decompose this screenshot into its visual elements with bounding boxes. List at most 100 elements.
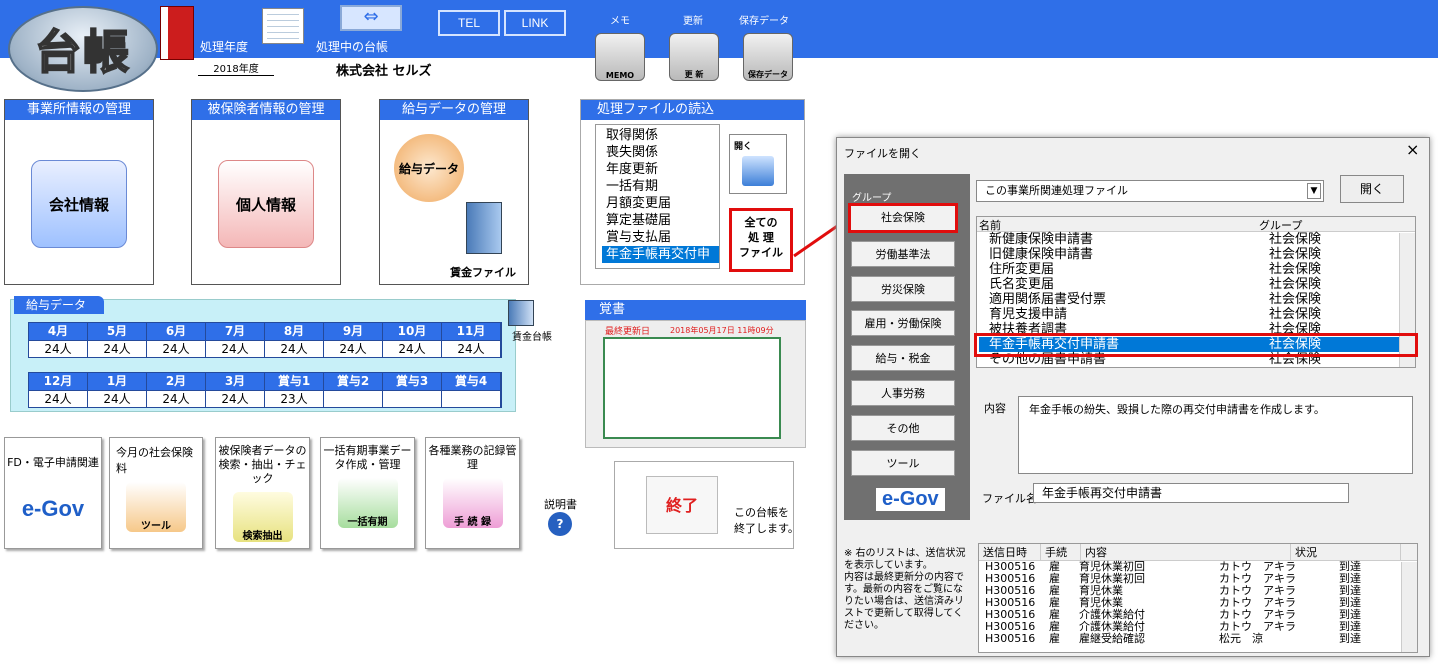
salary-month-header[interactable]: 賞与2 [324,373,383,390]
link-button[interactable]: LINK [504,10,566,36]
memo-textarea[interactable] [603,337,781,439]
salary-month-header[interactable]: 8月 [265,323,324,340]
office-info-panel: 事業所情報の管理 会社情報 [4,99,154,285]
group-button[interactable]: 社会保険 [848,203,958,233]
egov-logo-dialog[interactable]: e-Gov [876,488,945,511]
group-button[interactable]: その他 [851,415,955,441]
salary-month-header[interactable]: 6月 [147,323,206,340]
salary-month-count [383,390,442,407]
group-button[interactable]: 労働基準法 [851,241,955,267]
year-value: 2018年度 [198,60,274,76]
all-files-button[interactable]: 全ての 処 理 ファイル [729,208,793,272]
content-label: 内容 [984,402,1006,415]
salary-month-header[interactable]: 4月 [29,323,88,340]
salary-month-count: 24人 [29,390,88,407]
salary-month-header[interactable]: 3月 [206,373,265,390]
salary-month-header[interactable]: 2月 [147,373,206,390]
wage-ledger-icon[interactable] [508,300,534,326]
salary-month-header[interactable]: 9月 [324,323,383,340]
group-button[interactable]: ツール [851,450,955,476]
salary-month-header[interactable]: 賞与4 [442,373,501,390]
file-list-row[interactable]: 適用関係届書受付票 社会保険 [989,292,1415,307]
search-extract-box[interactable]: 被保険者データの検索・抽出・チェック 検索抽出 [215,437,310,549]
company-info-button[interactable]: 会社情報 [31,160,127,248]
salary-month-header[interactable]: 7月 [206,323,265,340]
memo-title: 覚書 [585,300,806,320]
work-record-box[interactable]: 各種業務の記録管理 手 続 録 [425,437,520,549]
salary-month-header[interactable]: 5月 [88,323,147,340]
memo-updated-label: 最終更新日 [605,327,651,337]
year-label: 処理年度 [200,40,249,54]
close-icon[interactable]: × [1406,140,1419,159]
col-name-header: 名前 [979,219,1001,232]
update-icon[interactable]: 更 新 [669,33,719,81]
file-list-row[interactable]: 住所変更届 社会保険 [989,262,1415,277]
memo-button-label: MEMO [605,71,635,80]
salary-month-header[interactable]: 12月 [29,373,88,390]
group-button[interactable]: 人事労務 [851,380,955,406]
file-category-item[interactable]: 算定基礎届 [606,212,719,229]
content-box: 年金手帳の紛失、毀損した際の再交付申請書を作成します。 [1018,396,1413,474]
salary-month-header[interactable]: 1月 [88,373,147,390]
group-combo[interactable]: この事業所関連処理ファイル ▼ [976,180,1324,202]
dialog-open-button[interactable]: 開く [1340,175,1404,203]
open-folder-button[interactable]: 開く [729,134,787,194]
file-category-item[interactable]: 年度更新 [606,161,719,178]
col-group-header: グループ [1259,219,1303,232]
wage-file-label: 賃金ファイル [450,266,516,279]
filename-field[interactable]: 年金手帳再交付申請書 [1033,483,1349,503]
send-status-note: ※ 右のリストは、送信状況を表示しています。 内容は最終更新分の内容です。最新の… [844,548,966,631]
send-col-header: 手続 [1041,544,1081,560]
file-name: 住所変更届 [989,262,1055,277]
file-name: 新健康保険申請書 [989,232,1094,247]
file-category-item[interactable]: 月額変更届 [606,195,719,212]
panel-title: 給与データの管理 [380,100,528,120]
fd-egov-box[interactable]: FD・電子申請関連 e-Gov [4,437,102,549]
help-icon[interactable]: ? [548,512,572,536]
file-group: 社会保険 [1269,262,1322,277]
file-list-row[interactable]: 新健康保険申請書 社会保険 [989,232,1415,247]
wage-file-icon[interactable] [466,202,502,254]
memo-caption: メモ [610,16,630,27]
file-list-row[interactable]: 育児支援申請 社会保険 [989,307,1415,322]
manual-label: 説明書 [544,498,577,511]
salary-month-header[interactable]: 賞与1 [265,373,324,390]
personal-info-button[interactable]: 個人情報 [218,160,314,248]
tel-button[interactable]: TEL [438,10,500,36]
file-category-item[interactable]: 賞与支払届 [606,229,719,246]
exit-button[interactable]: 終了 [646,476,718,534]
ledger-book-icon [160,6,194,60]
bulk-period-box[interactable]: 一括有期事業データ作成・管理 一括有期 [320,437,415,549]
group-button[interactable]: 給与・税金 [851,345,955,371]
send-status-list[interactable]: 送信日時 手続 内容 状況 H300516 雇育児休業初回 カトウ アキラ 到達 H30051… [978,543,1418,653]
file-category-item[interactable]: 年金手帳再交付申 [602,246,719,263]
group-button[interactable]: 労災保険 [851,276,955,302]
group-button[interactable]: 雇用・労働保険 [851,310,955,336]
salary-data-title: 給与データ [14,296,104,314]
file-list-row[interactable]: 氏名変更届 社会保険 [989,277,1415,292]
file-list-row[interactable]: 旧健康保険申請書 社会保険 [989,247,1415,262]
send-row[interactable]: H300516 雇 雇継受給確認 松元 涼 到達 [985,633,1417,645]
salary-month-header[interactable]: 11月 [442,323,501,340]
salary-data-button[interactable]: 給与データ [394,134,464,202]
group-label: グループ [852,193,892,204]
ledger-label: 処理中の台帳 [316,40,389,54]
file-group: 社会保険 [1269,247,1322,262]
switch-ledger-icon[interactable]: ⇔ [340,5,402,31]
memo-icon[interactable]: MEMO [595,33,645,81]
file-group: 社会保険 [1269,292,1322,307]
file-category-list[interactable]: 取得関係 喪失関係 年度更新 一括有期 月額変更届 算定基礎届 賞与支払届 年金手帳再交付申 [595,124,720,269]
salary-month-header[interactable]: 賞与3 [383,373,442,390]
calendar-icon[interactable] [262,8,304,44]
salary-data-panel: 給与データの管理 給与データ 賃金ファイル [379,99,529,285]
file-category-item[interactable]: 取得関係 [606,127,719,144]
file-category-item[interactable]: 喪失関係 [606,144,719,161]
send-list-scrollbar[interactable] [1401,562,1417,652]
panel-title: 事業所情報の管理 [5,100,153,120]
salary-month-count [324,390,383,407]
file-category-item[interactable]: 一括有期 [606,178,719,195]
salary-month-header[interactable]: 10月 [383,323,442,340]
salary-month-count: 24人 [383,340,442,357]
monthly-insurance-box[interactable]: 今月の社会保険料 ツール [109,437,203,549]
briefcase-icon[interactable]: 保存データ [743,33,793,81]
